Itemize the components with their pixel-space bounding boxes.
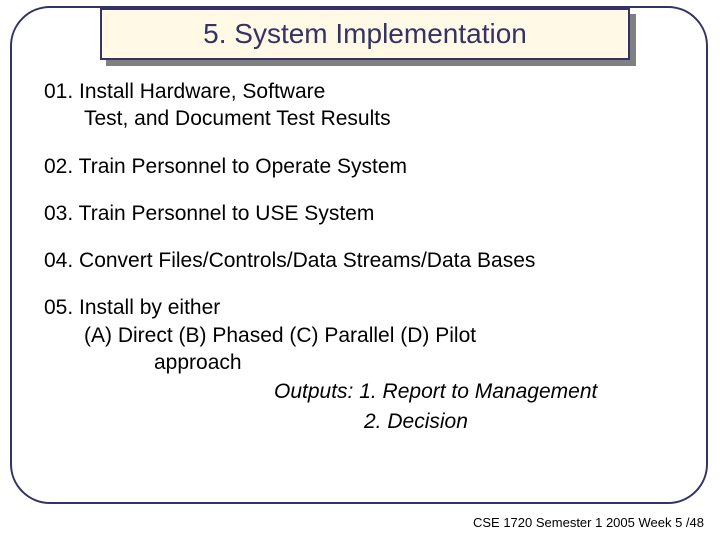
item5-line1: 05. Install by either [44,294,684,321]
item1-line1: 01. Install Hardware, Software [44,78,684,105]
list-item-5: 05. Install by either (A) Direct (B) Pha… [44,294,684,376]
outputs-line1: Outputs: 1. Report to Management [44,378,684,405]
slide-title: 5. System Implementation [203,18,527,50]
slide-content: 01. Install Hardware, Software Test, and… [44,78,684,435]
item5-line2: (A) Direct (B) Phased (C) Parallel (D) P… [44,322,684,349]
title-box: 5. System Implementation [100,8,630,60]
list-item-2: 02. Train Personnel to Operate System [44,153,684,180]
list-item-1: 01. Install Hardware, Software Test, and… [44,78,684,133]
list-item-3: 03. Train Personnel to USE System [44,200,684,227]
item5-line3: approach [44,349,684,376]
slide-footer: CSE 1720 Semester 1 2005 Week 5 /48 [473,515,704,530]
list-item-4: 04. Convert Files/Controls/Data Streams/… [44,247,684,274]
item1-line2: Test, and Document Test Results [44,105,684,132]
outputs-line2: 2. Decision [44,408,684,435]
